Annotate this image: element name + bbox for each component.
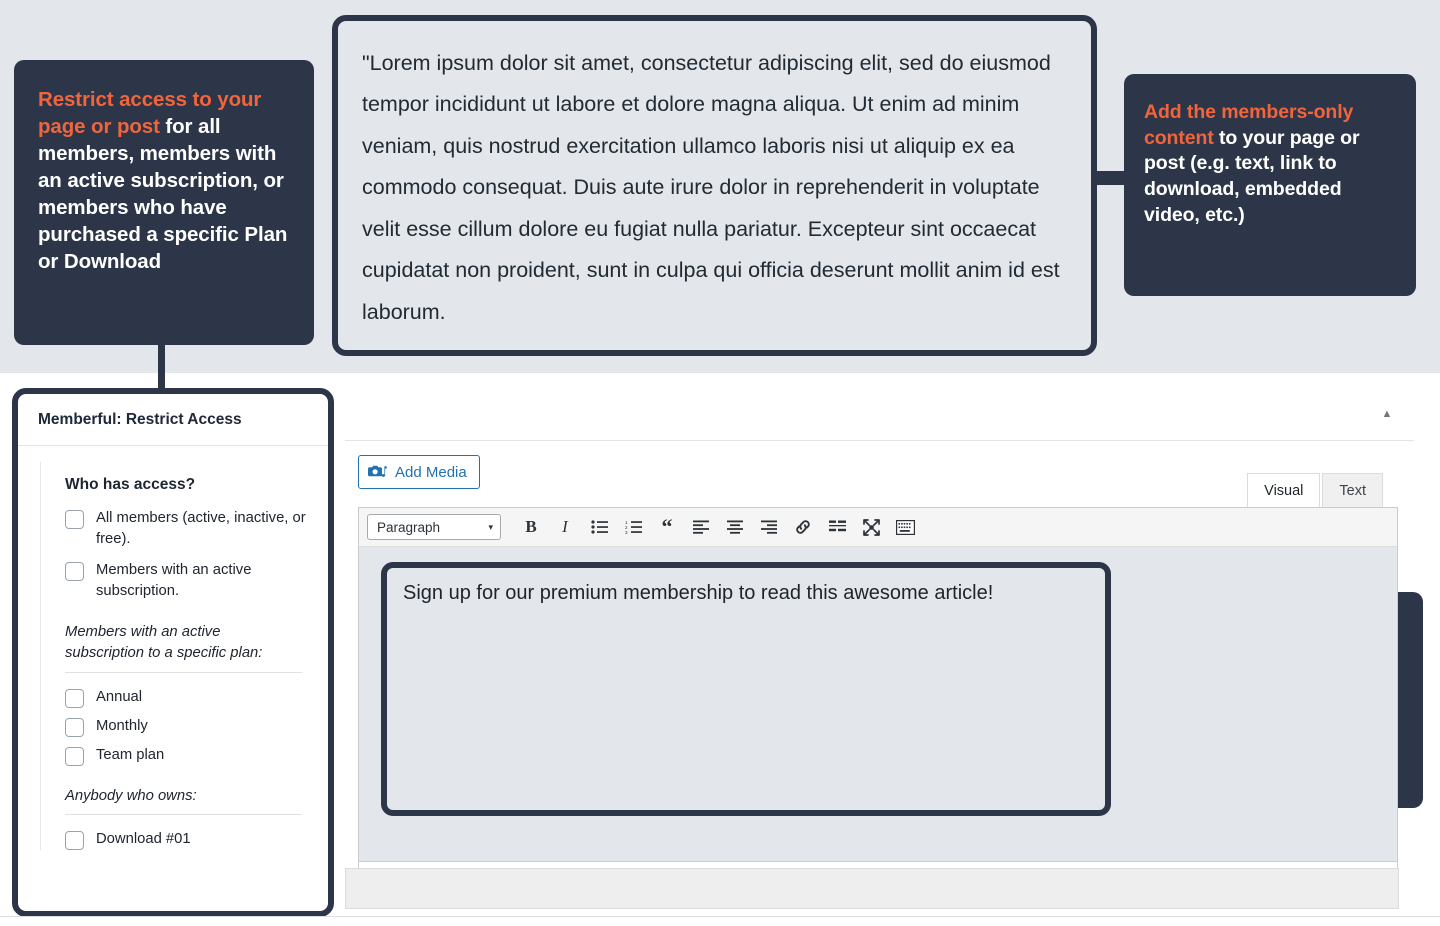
chevron-up-icon: ▲ (1381, 408, 1393, 420)
checkbox-label-monthly: Monthly (96, 717, 148, 734)
access-fieldset: Who has access? All members (active, ina… (40, 462, 318, 851)
italic-button[interactable]: I (549, 513, 581, 541)
checkbox-active-subscription[interactable] (65, 562, 84, 581)
align-center-button[interactable] (719, 513, 751, 541)
align-left-icon (693, 520, 709, 534)
align-right-button[interactable] (753, 513, 785, 541)
downloads-divider (65, 814, 302, 816)
align-right-icon (761, 520, 777, 534)
post-editor: Add Media Visual Text Paragraph ▾ B I 1 … (345, 455, 1410, 892)
teaser-text: Sign up for our premium membership to re… (403, 582, 994, 604)
checkbox-label-team-plan: Team plan (96, 746, 165, 763)
blockquote-icon: “ (661, 514, 673, 539)
toolbar-toggle-button[interactable] (889, 513, 921, 541)
downloads-heading: Anybody who owns: (65, 787, 197, 804)
tinymce-editor-panel: Paragraph ▾ B I 1 2 3 “ Sign up for our … (358, 507, 1398, 862)
read-more-button[interactable] (821, 513, 853, 541)
chevron-down-icon: ▾ (488, 521, 493, 532)
checkbox-label-active-subscription: Members with an active subscription. (96, 562, 252, 599)
checkbox-all-members[interactable] (65, 510, 84, 529)
checkbox-row-team-plan[interactable]: Team plan (65, 745, 318, 766)
editor-toolbar: Paragraph ▾ B I 1 2 3 “ (359, 508, 1397, 547)
page-bottom-divider (0, 916, 1440, 917)
checkbox-download-01[interactable] (65, 831, 84, 851)
callout-restrict-access: Restrict access to your page or post for… (14, 60, 314, 345)
plans-divider (65, 671, 302, 673)
checkbox-annual[interactable] (65, 688, 84, 708)
checkbox-row-all-members[interactable]: All members (active, inactive, or free). (65, 508, 318, 550)
numbered-list-icon: 1 2 3 (625, 520, 642, 534)
checkbox-row-monthly[interactable]: Monthly (65, 716, 318, 737)
checkbox-label-download-01: Download #01 (96, 831, 191, 848)
insert-link-button[interactable] (787, 513, 819, 541)
bulleted-list-icon (590, 520, 608, 534)
add-media-button[interactable]: Add Media (358, 455, 480, 489)
metabox-body: Who has access? All members (active, ina… (18, 446, 328, 851)
align-center-icon (727, 520, 743, 534)
toolbar-toggle-icon (895, 519, 915, 535)
format-select[interactable]: Paragraph ▾ (367, 514, 501, 540)
editor-footer-panel (345, 868, 1399, 909)
tab-visual-label: Visual (1264, 482, 1304, 499)
fullscreen-icon (862, 518, 880, 536)
blockquote-button[interactable]: “ (651, 513, 683, 541)
callout-restrict-rest: for all members, members with an active … (38, 115, 288, 274)
checkbox-team-plan[interactable] (65, 746, 84, 766)
svg-text:3: 3 (625, 530, 628, 534)
checkbox-row-annual[interactable]: Annual (65, 687, 318, 708)
tab-text-label: Text (1339, 482, 1366, 499)
numbered-list-button[interactable]: 1 2 3 (617, 513, 649, 541)
metabox-header: Memberful: Restrict Access (18, 394, 328, 446)
tab-visual[interactable]: Visual (1247, 473, 1321, 507)
camera-music-icon (368, 465, 387, 477)
connector-members-only (1092, 171, 1128, 185)
checkbox-label-all-members: All members (active, inactive, or free). (96, 510, 306, 547)
checkbox-row-download-01[interactable]: Download #01 (65, 829, 318, 851)
editor-top-row: Add Media Visual Text (345, 455, 1410, 507)
align-left-button[interactable] (685, 513, 717, 541)
checkbox-monthly[interactable] (65, 717, 84, 737)
insert-link-icon (796, 520, 810, 534)
editor-mode-tabs: Visual Text (1247, 473, 1383, 507)
members-only-content-text: "Lorem ipsum dolor sit amet, consectetur… (362, 51, 1060, 324)
connector-restrict (158, 344, 165, 392)
format-select-value: Paragraph (377, 519, 441, 535)
memberful-restrict-access-metabox: Memberful: Restrict Access Who has acces… (12, 388, 334, 917)
add-media-label: Add Media (395, 463, 467, 481)
metabox-title: Memberful: Restrict Access (38, 410, 242, 428)
checkbox-row-active-subscription[interactable]: Members with an active subscription. (65, 560, 318, 602)
fullscreen-button[interactable] (855, 513, 887, 541)
members-only-content-box[interactable]: "Lorem ipsum dolor sit amet, consectetur… (332, 15, 1097, 356)
bulleted-list-button[interactable] (583, 513, 615, 541)
panel-divider (345, 440, 1414, 441)
checkbox-label-annual: Annual (96, 688, 143, 705)
callout-restrict-highlight: Restrict access to your page or post (38, 88, 262, 139)
panel-collapse-toggle[interactable]: ▲ (1378, 405, 1396, 423)
teaser-text-box[interactable]: Sign up for our premium membership to re… (381, 562, 1111, 816)
plans-list: Annual Monthly Team plan (65, 687, 318, 766)
editor-content-area[interactable]: Sign up for our premium membership to re… (359, 547, 1397, 861)
italic-icon: I (562, 517, 568, 536)
read-more-icon (828, 520, 846, 532)
bold-button[interactable]: B (515, 513, 547, 541)
plans-heading: Members with an active subscription to a… (65, 624, 263, 662)
tab-text[interactable]: Text (1322, 473, 1383, 507)
who-has-access-label: Who has access? (65, 476, 196, 493)
bold-icon: B (525, 517, 537, 536)
callout-members-only-content: Add the members-only content to your pag… (1124, 74, 1416, 296)
